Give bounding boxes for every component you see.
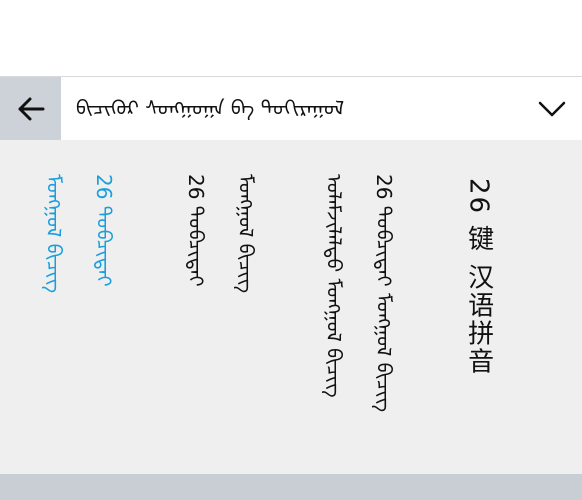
header-bar: ᠪᠢᠴᠢᠭᠦᠷ ᠰᠤᠩᠭᠤᠭᠠ ᠪᠠ ᠲᠣᠬᠢᠷᠠᠭᠤᠯ	[0, 76, 582, 140]
dropdown-button[interactable]	[536, 93, 568, 125]
bottom-bar	[0, 474, 582, 500]
chevron-down-icon	[538, 101, 566, 117]
keyboard-option-mongolian-script[interactable]: ᠮᠣᠩᠭᠣᠯ ᠪᠢᠴᠢᠭ᠌	[234, 174, 258, 293]
keyboard-option-mongolian-26[interactable]: 26 ᠲᠤᠪᠴᠢᠲᠠᠢ ᠮᠣᠩᠭᠣᠯ ᠪᠢᠴᠢᠭ᠌	[372, 174, 396, 412]
back-button[interactable]	[0, 77, 61, 140]
page-title: ᠪᠢᠴᠢᠭᠦᠷ ᠰᠤᠩᠭᠤᠭᠠ ᠪᠠ ᠲᠣᠬᠢᠷᠠᠭᠤᠯ	[76, 96, 345, 120]
keyboard-options-panel: 26 键 汉语拼音 26 ᠲᠤᠪᠴᠢᠲᠠᠢ ᠮᠣᠩᠭᠣᠯ ᠪᠢᠴᠢᠭ᠌ ᠤᠯᠠᠮ…	[0, 140, 582, 474]
keyboard-option-pinyin-26[interactable]: 26 键 汉语拼音	[464, 178, 494, 376]
status-area	[0, 0, 582, 76]
keyboard-option-traditional-mongolian[interactable]: ᠤᠯᠠᠮᠵᠢᠯᠠᠯᠲᠤ ᠮᠣᠩᠭᠣᠯ ᠪᠢᠴᠢᠭ᠌	[322, 174, 346, 398]
keyboard-option-mongolian-26-short[interactable]: 26 ᠲᠤᠪᠴᠢᠲᠠᠢ	[184, 174, 208, 287]
keyboard-option-selected-mongolian[interactable]: ᠮᠣᠩᠭᠣᠯ ᠪᠢᠴᠢᠭ᠌	[42, 174, 66, 293]
arrow-left-icon	[18, 97, 44, 120]
keyboard-option-selected-26[interactable]: 26 ᠲᠤᠪᠴᠢᠲᠠᠢ	[92, 174, 116, 287]
